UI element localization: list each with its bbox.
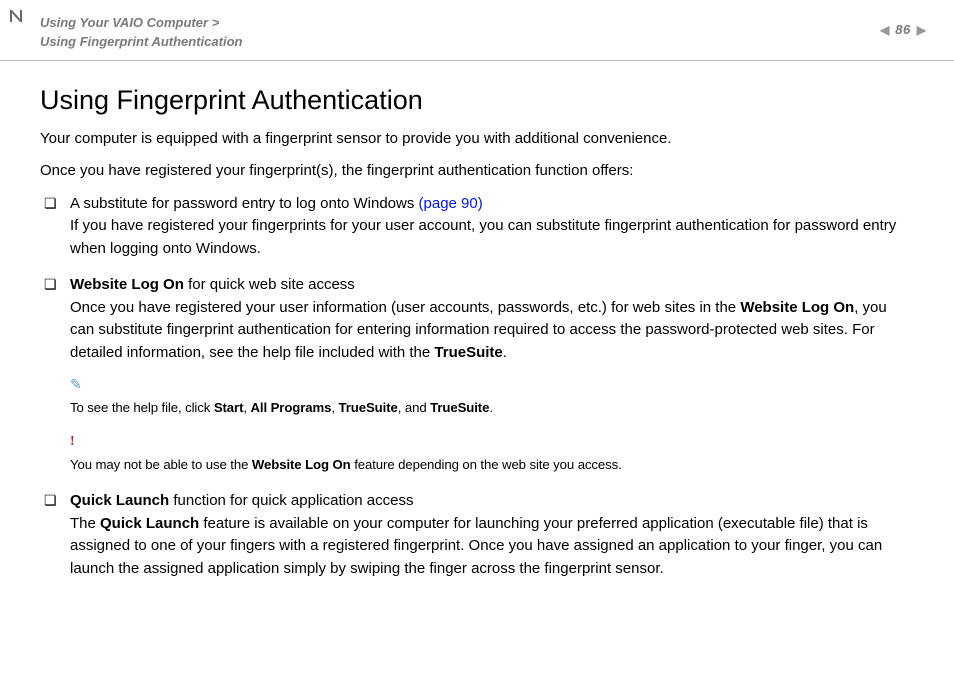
- note-end: .: [489, 400, 493, 415]
- item-after-bold: for quick web site access: [184, 276, 355, 293]
- note-b: TrueSuite: [430, 400, 489, 415]
- page-link[interactable]: (page 90): [419, 195, 483, 212]
- list-item: Quick Launch function for quick applicat…: [40, 490, 914, 580]
- note-pre: To see the help file, click: [70, 400, 214, 415]
- list-item: Website Log On for quick web site access…: [40, 274, 914, 476]
- item-body-bold2: TrueSuite: [434, 344, 502, 361]
- note-b: All Programs: [251, 400, 332, 415]
- breadcrumb-separator: >: [212, 15, 220, 30]
- breadcrumb: Using Your VAIO Computer > Using Fingerp…: [40, 14, 242, 52]
- page-nav: ◀ 86 ▶: [880, 22, 926, 37]
- item-body-bold: Quick Launch: [100, 515, 199, 532]
- page-header: Using Your VAIO Computer > Using Fingerp…: [0, 0, 954, 61]
- note-info: ✎ To see the help file, click Start, All…: [70, 374, 914, 420]
- breadcrumb-parent[interactable]: Using Your VAIO Computer: [40, 15, 208, 30]
- prev-page-icon[interactable]: ◀: [880, 23, 889, 37]
- item-body-pre: The: [70, 515, 100, 532]
- page-title: Using Fingerprint Authentication: [40, 85, 914, 116]
- note-s: ,: [243, 400, 250, 415]
- note-b: TrueSuite: [339, 400, 398, 415]
- intro-text-1: Your computer is equipped with a fingerp…: [40, 128, 914, 151]
- feature-list: A substitute for password entry to log o…: [40, 193, 914, 581]
- item-body-pre: Once you have registered your user infor…: [70, 299, 740, 316]
- page-content: Using Fingerprint Authentication Your co…: [0, 61, 954, 581]
- item-body-bold: Website Log On: [740, 299, 854, 316]
- item-bold-lead: Quick Launch: [70, 492, 169, 509]
- item-lead: A substitute for password entry to log o…: [70, 195, 419, 212]
- page-number: 86: [895, 22, 910, 37]
- note-warning-text: You may not be able to use the Website L…: [70, 457, 622, 472]
- note-s: , and: [398, 400, 430, 415]
- item-body-end: .: [503, 344, 507, 361]
- note-warning: ! You may not be able to use the Website…: [70, 430, 914, 477]
- intro-text-2: Once you have registered your fingerprin…: [40, 160, 914, 183]
- warn-post: feature depending on the web site you ac…: [351, 457, 622, 472]
- next-page-icon[interactable]: ▶: [917, 23, 926, 37]
- warning-icon: !: [70, 431, 75, 452]
- breadcrumb-child[interactable]: Using Fingerprint Authentication: [40, 34, 242, 49]
- list-item: A substitute for password entry to log o…: [40, 193, 914, 261]
- warn-pre: You may not be able to use the: [70, 457, 252, 472]
- note-s: ,: [331, 400, 338, 415]
- note-info-text: To see the help file, click Start, All P…: [70, 400, 493, 415]
- item-bold-lead: Website Log On: [70, 276, 184, 293]
- warn-b: Website Log On: [252, 457, 351, 472]
- item-body: If you have registered your fingerprints…: [70, 217, 896, 257]
- item-after-bold: function for quick application access: [169, 492, 413, 509]
- pencil-icon: ✎: [70, 374, 82, 395]
- letter-n-icon: [8, 8, 24, 24]
- note-b: Start: [214, 400, 244, 415]
